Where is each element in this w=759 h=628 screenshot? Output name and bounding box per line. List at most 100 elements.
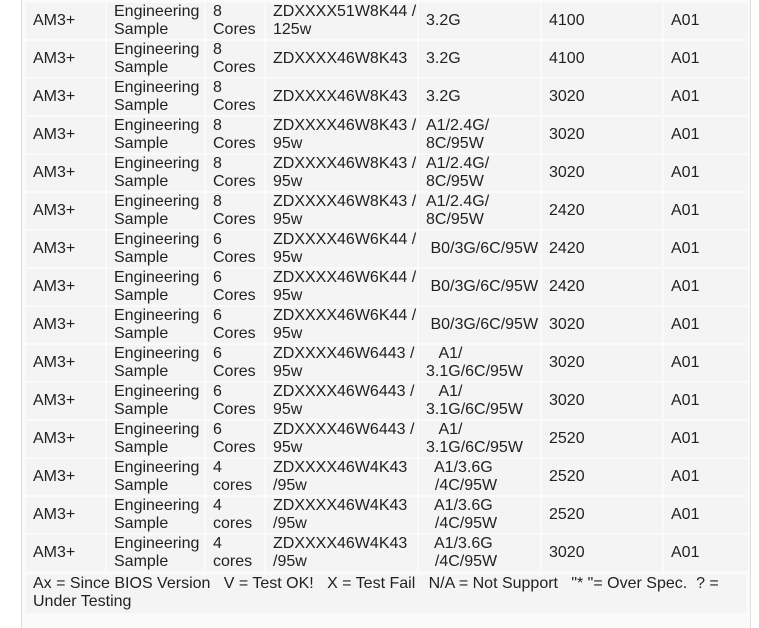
cell-opn: ZDXXXX46W4K43 /95w	[266, 535, 417, 571]
cell-opn: ZDXXXX46W4K43 /95w	[266, 459, 417, 495]
cell-bios-size: 3020	[542, 117, 662, 153]
cell-bios-size: 3020	[542, 535, 662, 571]
table-row: AM3+ Engineering Sample 6 Cores ZDXXXX46W6K…	[26, 307, 748, 343]
cell-opn: ZDXXXX46W8K43	[266, 79, 417, 115]
table-row: AM3+ Engineering Sample 8 Cores ZDXXXX46W8K…	[26, 117, 748, 153]
table-row: AM3+ Engineering Sample 8 Cores ZDXXXX51W8K…	[26, 3, 748, 39]
cell-opn: ZDXXXX46W6K44 / 95w	[266, 307, 417, 343]
cell-cores: 6 Cores	[206, 383, 264, 419]
table-row: AM3+ Engineering Sample 4 cores ZDXXXX46W4K…	[26, 497, 748, 533]
cell-spec: A1/ 3.1G/6C/95W	[419, 345, 540, 381]
cell-cores: 8 Cores	[206, 41, 264, 77]
cell-sample-type: Engineering Sample	[107, 269, 204, 305]
table-row: AM3+ Engineering Sample 8 Cores ZDXXXX46W8K…	[26, 155, 748, 191]
table-row: AM3+ Engineering Sample 8 Cores ZDXXXX46W8K…	[26, 193, 748, 229]
cell-bios-size: 4100	[542, 41, 662, 77]
cell-bios-size: 2420	[542, 269, 662, 305]
cell-opn: ZDXXXX46W6443 / 95w	[266, 383, 417, 419]
cell-socket: AM3+	[26, 155, 105, 191]
cell-cores: 6 Cores	[206, 307, 264, 343]
cell-bios-size: 3020	[542, 345, 662, 381]
cell-bios-size: 3020	[542, 307, 662, 343]
cell-socket: AM3+	[26, 269, 105, 305]
cell-bios-size: 2520	[542, 497, 662, 533]
cell-bios-size: 3020	[542, 155, 662, 191]
cell-spec: A1/2.4G/ 8C/95W	[419, 117, 540, 153]
cell-spec: 3.2G	[419, 3, 540, 39]
cell-sample-type: Engineering Sample	[107, 421, 204, 457]
cell-cores: 8 Cores	[206, 193, 264, 229]
cell-cores: 6 Cores	[206, 345, 264, 381]
cell-opn: ZDXXXX46W6K44 / 95w	[266, 231, 417, 267]
cell-cores: 4 cores	[206, 459, 264, 495]
cell-bios-version: A01	[664, 117, 748, 153]
cell-socket: AM3+	[26, 459, 105, 495]
table-row: AM3+ Engineering Sample 6 Cores ZDXXXX46W6K…	[26, 231, 748, 267]
cell-socket: AM3+	[26, 41, 105, 77]
cell-bios-version: A01	[664, 79, 748, 115]
cpu-support-table: AM3+ Engineering Sample 8 Cores ZDXXXX51W8K…	[24, 1, 750, 573]
cell-sample-type: Engineering Sample	[107, 307, 204, 343]
cell-spec: A1/3.6G /4C/95W	[419, 535, 540, 571]
cell-bios-version: A01	[664, 269, 748, 305]
cell-spec: B0/3G/6C/95W	[419, 231, 540, 267]
cell-spec: B0/3G/6C/95W	[419, 269, 540, 305]
cell-bios-size: 2420	[542, 231, 662, 267]
cell-bios-version: A01	[664, 497, 748, 533]
cell-cores: 6 Cores	[206, 231, 264, 267]
cell-cores: 8 Cores	[206, 3, 264, 39]
cell-sample-type: Engineering Sample	[107, 41, 204, 77]
cell-bios-version: A01	[664, 345, 748, 381]
cell-sample-type: Engineering Sample	[107, 3, 204, 39]
cell-bios-size: 2520	[542, 459, 662, 495]
cell-cores: 4 cores	[206, 497, 264, 533]
cell-opn: ZDXXXX46W8K43 / 95w	[266, 155, 417, 191]
cell-cores: 8 Cores	[206, 117, 264, 153]
table-row: AM3+ Engineering Sample 8 Cores ZDXXXX46W8K…	[26, 41, 748, 77]
cell-sample-type: Engineering Sample	[107, 383, 204, 419]
cell-bios-version: A01	[664, 383, 748, 419]
table-row: AM3+ Engineering Sample 6 Cores ZDXXXX46W6K…	[26, 269, 748, 305]
cell-sample-type: Engineering Sample	[107, 79, 204, 115]
cell-opn: ZDXXXX51W8K44 / 125w	[266, 3, 417, 39]
cell-socket: AM3+	[26, 307, 105, 343]
cell-bios-version: A01	[664, 307, 748, 343]
cell-spec: A1/3.6G /4C/95W	[419, 459, 540, 495]
cell-bios-version: A01	[664, 535, 748, 571]
cell-sample-type: Engineering Sample	[107, 117, 204, 153]
cell-sample-type: Engineering Sample	[107, 497, 204, 533]
cell-bios-version: A01	[664, 459, 748, 495]
cell-bios-size: 3020	[542, 383, 662, 419]
cell-socket: AM3+	[26, 345, 105, 381]
cell-socket: AM3+	[26, 421, 105, 457]
legend-note: Ax = Since BIOS Version V = Test OK! X =…	[26, 575, 746, 613]
cell-bios-version: A01	[664, 155, 748, 191]
cell-socket: AM3+	[26, 117, 105, 153]
cell-bios-size: 2420	[542, 193, 662, 229]
cell-bios-size: 4100	[542, 3, 662, 39]
cell-spec: A1/ 3.1G/6C/95W	[419, 383, 540, 419]
cell-socket: AM3+	[26, 79, 105, 115]
table-row: AM3+ Engineering Sample 6 Cores ZDXXXX46W64…	[26, 345, 748, 381]
cell-socket: AM3+	[26, 193, 105, 229]
cell-spec: A1/2.4G/ 8C/95W	[419, 155, 540, 191]
cell-cores: 4 cores	[206, 535, 264, 571]
cell-bios-version: A01	[664, 421, 748, 457]
cell-opn: ZDXXXX46W8K43 / 95w	[266, 117, 417, 153]
cell-sample-type: Engineering Sample	[107, 459, 204, 495]
cell-opn: ZDXXXX46W8K43	[266, 41, 417, 77]
table-row: AM3+ Engineering Sample 6 Cores ZDXXXX46W64…	[26, 421, 748, 457]
cell-opn: ZDXXXX46W8K43 / 95w	[266, 193, 417, 229]
cell-opn: ZDXXXX46W6443 / 95w	[266, 421, 417, 457]
cell-socket: AM3+	[26, 3, 105, 39]
cell-opn: ZDXXXX46W4K43 /95w	[266, 497, 417, 533]
cell-socket: AM3+	[26, 497, 105, 533]
cell-spec: A1/3.6G /4C/95W	[419, 497, 540, 533]
cell-cores: 6 Cores	[206, 269, 264, 305]
cell-bios-size: 2520	[542, 421, 662, 457]
cell-sample-type: Engineering Sample	[107, 193, 204, 229]
cell-bios-size: 3020	[542, 79, 662, 115]
cell-spec: B0/3G/6C/95W	[419, 307, 540, 343]
cell-sample-type: Engineering Sample	[107, 155, 204, 191]
table-row: AM3+ Engineering Sample 4 cores ZDXXXX46W4K…	[26, 535, 748, 571]
